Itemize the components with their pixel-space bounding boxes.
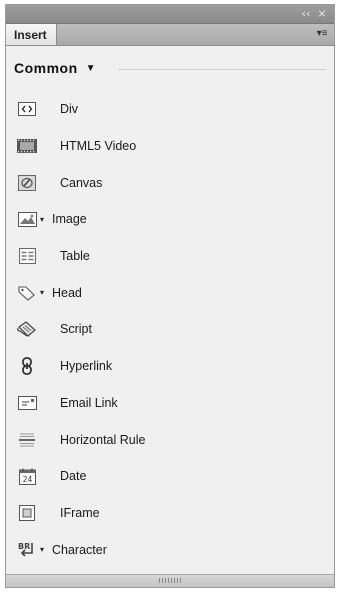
- table-icon: [17, 247, 37, 265]
- line-break-icon: BR: [17, 541, 37, 559]
- insert-item-label: Horizontal Rule: [60, 432, 146, 447]
- panel-resize-grip[interactable]: [6, 574, 334, 587]
- panel-content: Common ▼ Div HTML5 Video Canvas ▾ Image …: [6, 46, 334, 575]
- horizontal-rule-icon: [17, 431, 37, 449]
- tab-insert[interactable]: Insert: [6, 24, 57, 45]
- insert-item-label: Canvas: [60, 175, 103, 190]
- insert-item-label: Head: [52, 285, 82, 300]
- div-icon: [17, 100, 37, 118]
- chain-link-icon: [17, 357, 37, 376]
- insert-item-label: Date: [60, 469, 87, 484]
- chevron-down-icon: ▼: [85, 62, 96, 74]
- category-divider: [117, 68, 326, 70]
- insert-item-label: Image: [52, 212, 87, 227]
- insert-item-image[interactable]: ▾ Image: [6, 201, 334, 238]
- calendar-day-text: 24: [22, 475, 32, 484]
- panel-menu-icon[interactable]: ▾≡: [314, 26, 330, 42]
- insert-item-html5-video[interactable]: HTML5 Video: [6, 128, 334, 165]
- category-dropdown[interactable]: Common ▼: [14, 56, 326, 80]
- insert-item-label: Div: [60, 102, 79, 117]
- insert-item-label: Hyperlink: [60, 359, 113, 374]
- insert-item-list: Div HTML5 Video Canvas ▾ Image Table ▾ H…: [6, 91, 334, 568]
- panel-titlebar[interactable]: ‹‹ ×: [6, 5, 334, 24]
- scroll-icon: [17, 320, 37, 338]
- close-panel-icon[interactable]: ×: [314, 7, 330, 21]
- head-dropdown-caret[interactable]: ▾: [40, 288, 48, 297]
- collapse-panel-icon[interactable]: ‹‹: [298, 7, 314, 21]
- insert-item-hyperlink[interactable]: Hyperlink: [6, 348, 334, 385]
- insert-item-character[interactable]: BR ▾ Character: [6, 531, 334, 568]
- insert-item-date[interactable]: 24 Date: [6, 458, 334, 495]
- insert-item-horizontal-rule[interactable]: Horizontal Rule: [6, 421, 334, 458]
- tag-icon: [17, 284, 37, 302]
- calendar-icon: 24: [17, 467, 37, 485]
- category-label: Common: [14, 60, 78, 76]
- insert-panel: ‹‹ × Insert ▾≡ Common ▼ Div HTML5 Video …: [5, 4, 335, 588]
- iframe-icon: [17, 504, 37, 522]
- film-icon: [17, 137, 37, 155]
- envelope-icon: [17, 394, 37, 412]
- insert-item-email-link[interactable]: Email Link: [6, 385, 334, 422]
- line-break-text: BR: [18, 542, 30, 551]
- insert-item-table[interactable]: Table: [6, 238, 334, 275]
- insert-item-label: HTML5 Video: [60, 139, 137, 154]
- image-dropdown-caret[interactable]: ▾: [40, 215, 48, 224]
- insert-item-label: Character: [52, 542, 107, 557]
- insert-item-label: Email Link: [60, 395, 118, 410]
- insert-item-canvas[interactable]: Canvas: [6, 164, 334, 201]
- insert-item-script[interactable]: Script: [6, 311, 334, 348]
- insert-item-iframe[interactable]: IFrame: [6, 495, 334, 532]
- insert-item-label: Script: [60, 322, 92, 337]
- insert-item-div[interactable]: Div: [6, 91, 334, 128]
- grip-lines: [159, 578, 181, 583]
- image-icon: [17, 210, 37, 228]
- insert-item-label: IFrame: [60, 505, 100, 520]
- insert-item-head[interactable]: ▾ Head: [6, 274, 334, 311]
- insert-item-label: Table: [60, 249, 90, 264]
- canvas-icon: [17, 174, 37, 192]
- panel-tabbar: Insert ▾≡: [6, 24, 334, 46]
- character-dropdown-caret[interactable]: ▾: [40, 545, 48, 554]
